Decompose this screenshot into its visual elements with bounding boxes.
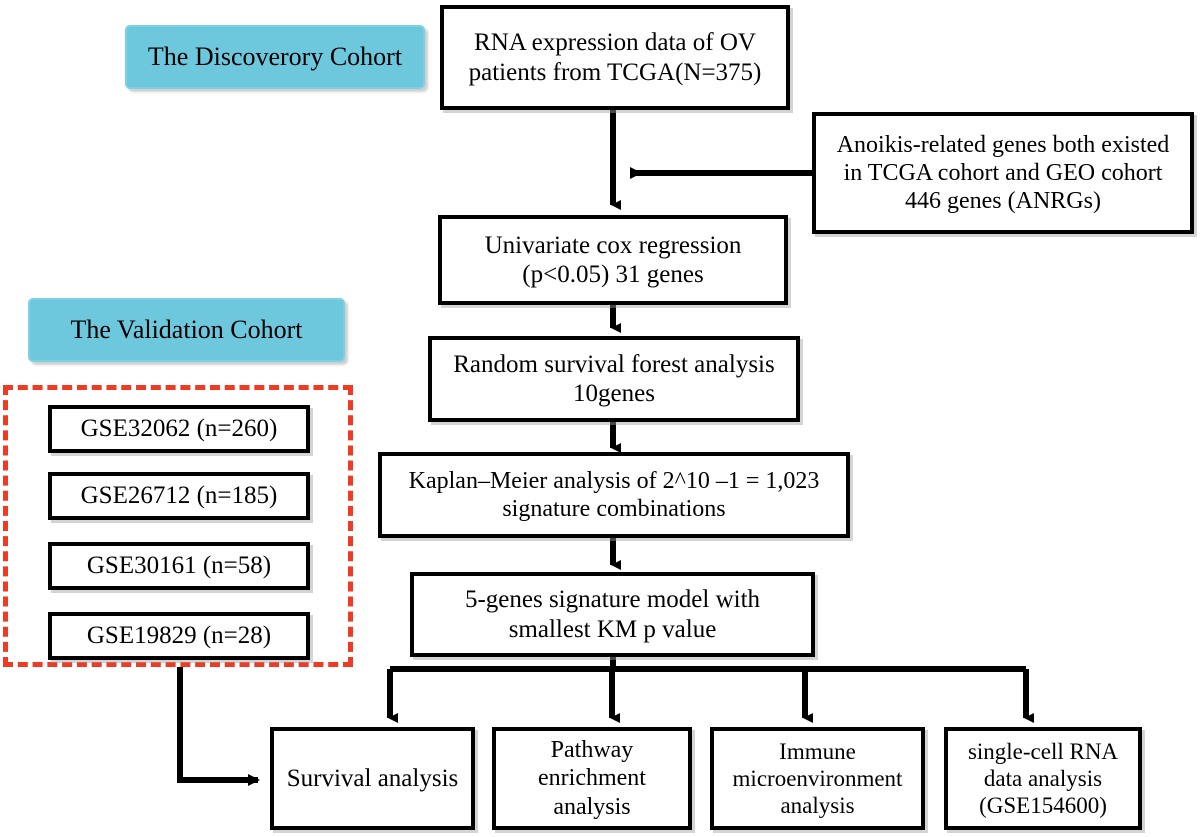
node-univariate-cox-regression: Univariate cox regression (p<0.05) 31 ge… bbox=[438, 215, 788, 305]
node-single-cell-rna-analysis: single-cell RNA data analysis (GSE154600… bbox=[944, 727, 1142, 830]
discovery-cohort-label: The Discoverory Cohort bbox=[125, 25, 425, 89]
flowchart-canvas: The Discoverory Cohort The Validation Co… bbox=[0, 0, 1200, 837]
validation-dataset-box: GSE19829 (n=28) bbox=[48, 612, 310, 660]
validation-dataset-box: GSE30161 (n=58) bbox=[48, 542, 310, 590]
node-immune-microenvironment-analysis: Immune microenvironment analysis bbox=[710, 727, 925, 830]
node-survival-analysis: Survival analysis bbox=[270, 727, 475, 830]
validation-cohort-label: The Validation Cohort bbox=[28, 298, 345, 362]
node-random-survival-forest: Random survival forest analysis 10genes bbox=[428, 336, 800, 422]
validation-dataset-box: GSE26712 (n=185) bbox=[48, 472, 310, 520]
node-anoikis-related-genes: Anoikis-related genes both existed in TC… bbox=[812, 112, 1194, 234]
validation-dataset-box: GSE32062 (n=260) bbox=[48, 405, 310, 453]
node-signature-model: 5-genes signature model with smallest KM… bbox=[410, 572, 815, 657]
node-kaplan-meier-analysis: Kaplan–Meier analysis of 2^10 –1 = 1,023… bbox=[378, 452, 850, 538]
node-rna-expression-data: RNA expression data of OV patients from … bbox=[440, 5, 790, 110]
node-pathway-enrichment-analysis: Pathway enrichment analysis bbox=[492, 727, 692, 830]
arrow-validation-to-survival bbox=[177, 667, 260, 786]
